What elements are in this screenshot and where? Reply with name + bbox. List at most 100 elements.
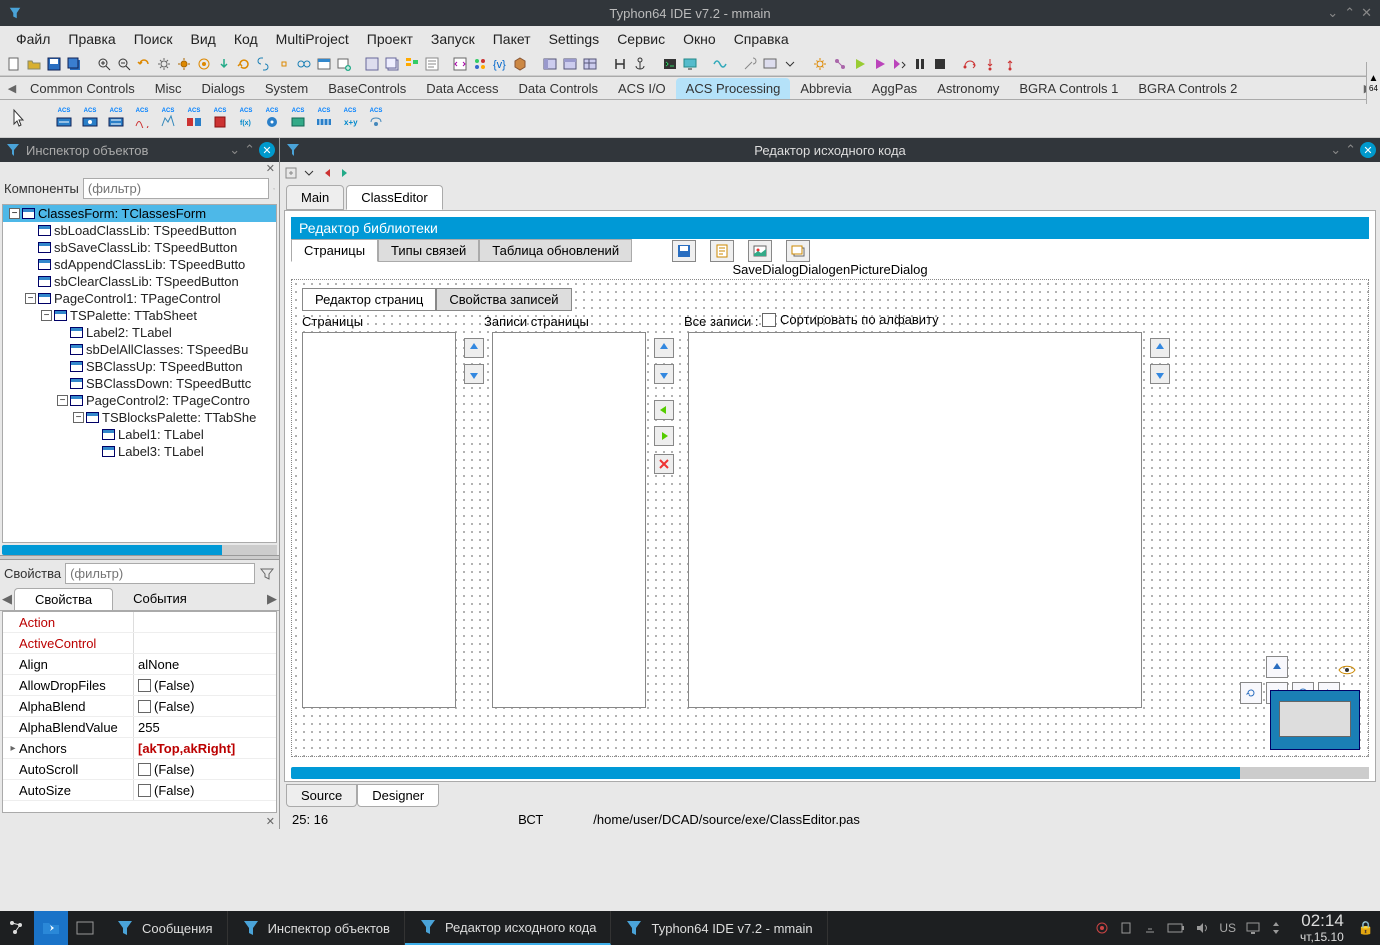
checkbox[interactable] (138, 784, 151, 797)
inner-tab[interactable]: Типы связей (378, 239, 479, 262)
links-icon[interactable] (832, 56, 848, 72)
menu-edit[interactable]: Правка (60, 29, 123, 49)
taskbar-item[interactable]: Typhon64 IDE v7.2 - mmain (611, 911, 827, 945)
imgs-button[interactable] (786, 240, 810, 262)
property-row[interactable]: AlignalNone (3, 654, 276, 675)
menu-help[interactable]: Справка (726, 29, 797, 49)
tree-item[interactable]: sbDelAllClasses: TSpeedBu (3, 341, 276, 358)
tree-toggle-icon[interactable]: − (25, 293, 36, 304)
stop-icon[interactable] (932, 56, 948, 72)
tree-toggle-icon[interactable]: − (9, 208, 20, 219)
palette-tab[interactable]: AggPas (862, 78, 928, 99)
acs-component-icon[interactable]: ACSx+y (338, 107, 362, 131)
forward-icon[interactable] (338, 166, 352, 180)
menu-search[interactable]: Поиск (126, 29, 181, 49)
file-tab[interactable]: Main (286, 185, 344, 210)
file-manager-icon[interactable] (34, 911, 68, 945)
tree-icon[interactable] (404, 56, 420, 72)
acs-component-icon[interactable]: ACS (364, 107, 388, 131)
all-records-listbox[interactable] (688, 332, 1142, 708)
taskbar-item[interactable]: Инспектор объектов (228, 911, 405, 945)
property-row[interactable]: AlphaBlendValue255 (3, 717, 276, 738)
acs-component-icon[interactable]: ACS (260, 107, 284, 131)
scroll-left-icon[interactable]: ◀ (0, 591, 14, 607)
sub-tab[interactable]: Свойства записей (436, 288, 571, 311)
acs-component-icon[interactable]: ACS (104, 107, 128, 131)
gear2-icon[interactable] (176, 56, 192, 72)
expand-icon[interactable]: ▸ (7, 743, 19, 754)
palette-tab[interactable]: Common Controls (20, 78, 145, 99)
menu-service[interactable]: Сервис (609, 29, 673, 49)
dropdown-icon[interactable] (302, 166, 316, 180)
properties-filter-input[interactable] (65, 563, 255, 584)
move-down2-button[interactable] (654, 364, 674, 384)
diff-icon[interactable] (472, 56, 488, 72)
minimize-icon[interactable]: ⌄ (1327, 5, 1338, 21)
acs-component-icon[interactable]: ACS (78, 107, 102, 131)
menu-file[interactable]: Файл (8, 29, 58, 49)
events-tab[interactable]: События (113, 588, 207, 609)
menu-package[interactable]: Пакет (485, 29, 539, 49)
menu-project[interactable]: Проект (359, 29, 421, 49)
property-row[interactable]: Action (3, 612, 276, 633)
palette-tab[interactable]: System (255, 78, 318, 99)
chevron-up-icon[interactable]: ⌃ (1345, 142, 1356, 158)
property-row[interactable]: ActiveControl (3, 633, 276, 654)
acs-component-icon[interactable]: ACS (130, 107, 154, 131)
palette-tab[interactable]: Misc (145, 78, 192, 99)
terminal-icon[interactable] (662, 56, 678, 72)
file-tab[interactable]: ClassEditor (346, 185, 442, 210)
acs-component-icon[interactable]: ACS (182, 107, 206, 131)
palette-tab[interactable]: ACS I/O (608, 78, 676, 99)
tray-battery-icon[interactable] (1167, 922, 1185, 934)
tray-volume-icon[interactable] (1195, 921, 1209, 935)
menu-view[interactable]: Вид (183, 29, 224, 49)
undo-icon[interactable] (136, 56, 152, 72)
tree-item[interactable]: −PageControl1: TPageControl (3, 290, 276, 307)
tree-item[interactable]: −TSPalette: TTabSheet (3, 307, 276, 324)
palette-tab[interactable]: ACS Processing (676, 78, 791, 99)
forms-icon[interactable] (384, 56, 400, 72)
save-icon[interactable] (46, 56, 62, 72)
tray-display-icon[interactable] (1246, 921, 1260, 935)
tree-item[interactable]: SBClassUp: TSpeedButton (3, 358, 276, 375)
panel1-icon[interactable] (542, 56, 558, 72)
filter-icon[interactable] (259, 566, 275, 582)
tree-item[interactable]: SBClassDown: TSpeedButtc (3, 375, 276, 392)
chevron-down-icon[interactable]: ⌄ (229, 142, 240, 158)
property-row[interactable]: AlphaBlend(False) (3, 696, 276, 717)
tray-updown-icon[interactable] (1270, 921, 1282, 935)
tray-net-icon[interactable] (1143, 921, 1157, 935)
tray-rec-icon[interactable] (1095, 921, 1109, 935)
scroll-left-icon[interactable]: ◀ (4, 82, 20, 95)
palette-tab[interactable]: BaseControls (318, 78, 416, 99)
nav-refresh-button[interactable] (1240, 682, 1262, 704)
link-icon[interactable] (256, 56, 272, 72)
tree-item[interactable]: Label1: TLabel (3, 426, 276, 443)
filter-icon[interactable] (273, 181, 275, 197)
stepover-icon[interactable] (962, 56, 978, 72)
start-menu-icon[interactable] (0, 911, 34, 945)
source-tab[interactable]: Source (286, 784, 357, 807)
move-left-button[interactable] (654, 400, 674, 420)
gear4-icon[interactable] (812, 56, 828, 72)
play-icon[interactable] (852, 56, 868, 72)
taskbar-item[interactable]: Редактор исходного кода (405, 911, 612, 945)
dropdown-icon[interactable] (782, 56, 798, 72)
chevron-down-icon[interactable]: ⌄ (1330, 142, 1341, 158)
palette-tab[interactable]: Astronomy (927, 78, 1009, 99)
panel-close-icon[interactable]: ✕ (1360, 142, 1376, 158)
acs-component-icon[interactable]: ACS (52, 107, 76, 131)
components-filter-input[interactable] (83, 178, 269, 199)
tray-language[interactable]: US (1219, 921, 1236, 935)
tools-icon[interactable] (742, 56, 758, 72)
save-button[interactable] (672, 240, 696, 262)
img-button[interactable] (748, 240, 772, 262)
monitor-icon[interactable] (682, 56, 698, 72)
move-down-button[interactable] (464, 364, 484, 384)
doc-button[interactable] (710, 240, 734, 262)
checkbox[interactable] (138, 763, 151, 776)
box-icon[interactable] (512, 56, 528, 72)
delete-button[interactable] (654, 454, 674, 474)
move-up-button[interactable] (464, 338, 484, 358)
